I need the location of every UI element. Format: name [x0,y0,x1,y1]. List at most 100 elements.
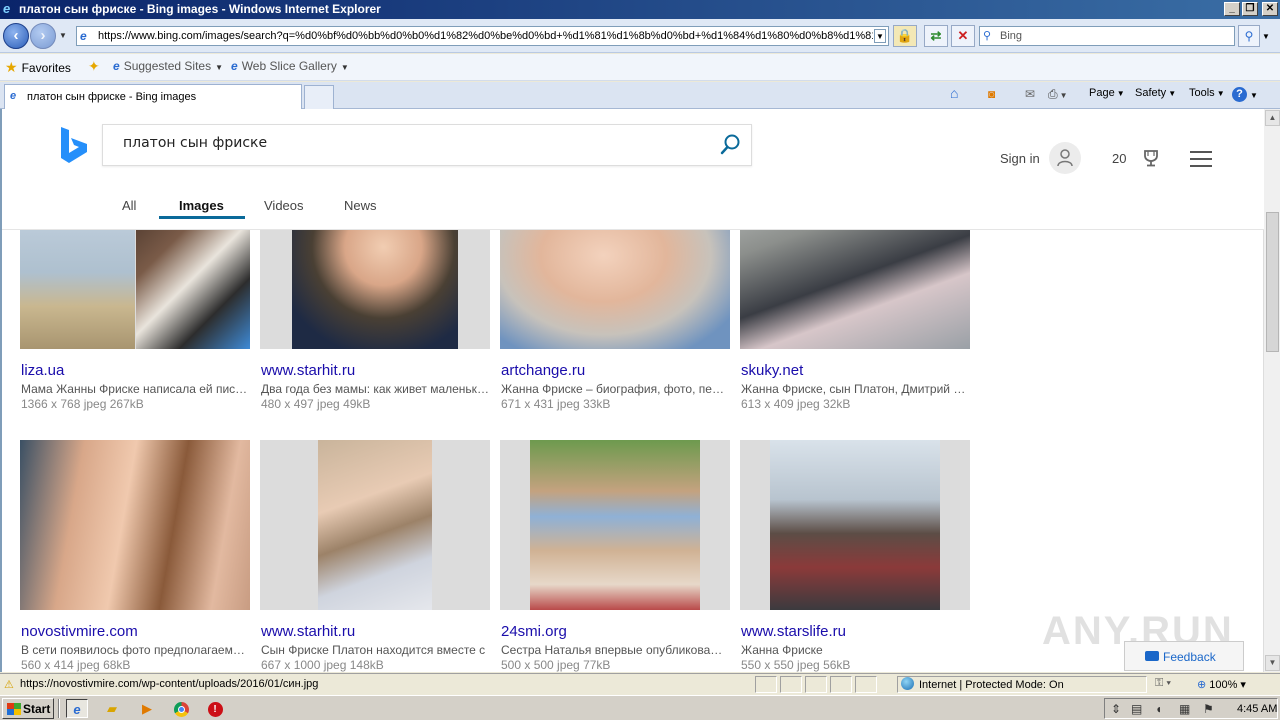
minimize-button[interactable]: _ [1224,2,1240,16]
result-description[interactable]: В сети появилось фото предполагаемого сы… [21,643,249,657]
scroll-down-arrow-icon[interactable]: ▼ [1265,655,1280,671]
mail-icon[interactable]: ✉ [1025,87,1035,101]
search-icon[interactable] [719,133,741,157]
rewards-count[interactable]: 20 [1112,151,1126,166]
image-thumbnail[interactable] [20,440,250,610]
result-source-link[interactable]: www.starhit.ru [261,362,355,379]
rewards-trophy-icon[interactable] [1143,149,1159,167]
safety-menu[interactable]: Safety ▼ [1135,87,1176,99]
ie-search-input[interactable]: Bing [1000,30,1022,42]
menu-icon[interactable] [1190,151,1212,167]
vertical-scrollbar[interactable]: ▲ ▼ [1263,109,1280,672]
result-source-link[interactable]: novostivmire.com [21,623,138,640]
scroll-up-arrow-icon[interactable]: ▲ [1265,110,1280,126]
folder-icon[interactable]: ▰ [101,699,123,718]
chrome-icon[interactable] [170,699,192,718]
result-description[interactable]: Сын Фриске Платон находится вместе с [261,643,489,657]
scrollbar-thumb[interactable] [1266,212,1279,352]
close-window-button[interactable]: ✕ [1262,2,1278,16]
bing-header: платон сын фриске Sign in 20 All Images [2,109,1264,230]
image-thumbnail[interactable] [740,440,970,610]
add-to-favorites-icon[interactable]: ✦ [88,58,100,75]
result-description[interactable]: Жанна Фриске [741,643,969,657]
tab-all[interactable]: All [122,198,136,213]
result-meta: 560 x 414 jpeg 68kB [21,658,131,672]
opera-icon[interactable]: ! [204,699,226,718]
network-icon[interactable]: ▦ [1179,702,1190,716]
result-description[interactable]: Два года без мамы: как живет маленький П… [261,382,489,396]
home-icon[interactable]: ⌂ [950,85,958,101]
bing-search-input[interactable]: платон сын фриске [123,135,267,151]
print-icon[interactable]: ⎙ ▼ [1048,87,1068,102]
page-viewport: платон сын фриске Sign in 20 All Images [0,109,1280,672]
result-source-link[interactable]: skuky.net [741,362,803,379]
stop-button[interactable]: ✕ [951,25,975,47]
result-description[interactable]: Жанна Фриске, сын Платон, Дмитрий Шепеле… [741,382,969,396]
zoom-level[interactable]: ⊕ 100% ▾ [1197,678,1246,691]
bing-logo-icon[interactable] [57,125,91,165]
ie-page-icon: e [231,59,238,73]
chevron-down-icon: ▼ [340,63,349,72]
result-meta: 500 x 500 jpeg 77kB [501,658,611,672]
search-go-icon[interactable]: ⚲ [1238,25,1260,47]
recent-pages-dropdown-icon[interactable]: ▼ [59,31,67,40]
result-description[interactable]: Сестра Наталья впервые опубликовала фото [501,643,729,657]
address-url[interactable]: https://www.bing.com/images/search?q=%d0… [98,30,873,42]
feedback-button[interactable]: Feedback [1124,641,1244,671]
result-source-link[interactable]: liza.ua [21,362,64,379]
restore-button[interactable]: ❐ [1242,2,1258,16]
security-zone[interactable]: Internet | Protected Mode: On [901,677,1064,691]
tools-menu[interactable]: Tools ▼ [1189,87,1225,99]
result-description[interactable]: Мама Жанны Фриске написала ей письмо [21,382,249,396]
sign-in-link[interactable]: Sign in [1000,151,1040,166]
result-source-link[interactable]: www.starhit.ru [261,623,355,640]
internet-explorer-taskbar-icon[interactable]: e [66,699,88,718]
feeds-icon[interactable]: ◙ [988,87,995,101]
help-icon[interactable]: ? [1232,87,1247,102]
taskbar: Start e ▰ ▶ ! ⇕ ▤ ◖ ▦ ⚑ 4:45 AM [0,695,1280,720]
back-button[interactable]: ‹ [3,23,29,49]
result-source-link[interactable]: artchange.ru [501,362,585,379]
window-title: платон сын фриске - Bing images - Window… [19,2,381,16]
page-menu[interactable]: Page ▼ [1089,87,1125,99]
favorites-button[interactable]: ★ Favorites [5,59,71,76]
tray-network-icon[interactable]: ▤ [1131,702,1142,716]
clock: 4:45 AM [1237,703,1278,715]
search-options-dropdown-icon[interactable]: ▼ [1262,32,1270,41]
action-center-flag-icon[interactable]: ⚑ [1203,702,1214,716]
result-source-link[interactable]: 24smi.org [501,623,567,640]
bing-search-box[interactable]: платон сын фриске [102,124,752,166]
image-thumbnail[interactable] [260,440,490,610]
suggested-sites-link[interactable]: e Suggested Sites ▼ [113,59,223,73]
media-player-icon[interactable]: ▶ [136,699,158,718]
bing-search-provider-icon: ⚲ [983,30,992,42]
result-description[interactable]: Жанна Фриске – биография, фото, песни [501,382,729,396]
web-slice-gallery-link[interactable]: e Web Slice Gallery ▼ [231,59,349,73]
help-dropdown-icon[interactable]: ▼ [1250,91,1258,100]
image-thumbnail[interactable] [500,440,730,610]
volume-icon[interactable]: ◖ [1155,702,1162,716]
avatar[interactable] [1049,142,1081,174]
tab-videos[interactable]: Videos [264,198,304,213]
favorites-bar: ★ Favorites ✦ e Suggested Sites ▼ e Web Slic… [0,54,1280,81]
result-meta: 1366 x 768 jpeg 267kB [21,397,144,411]
ie-search-box[interactable]: ⚲ Bing [979,26,1235,46]
address-bar[interactable]: e https://www.bing.com/images/search?q=%… [76,26,889,46]
forward-button[interactable]: › [30,23,56,49]
lock-icon[interactable]: 🔒 [893,25,917,47]
status-url: https://novostivmire.com/wp-content/uplo… [20,678,319,690]
protected-mode-icon[interactable]: ⚿ ▾ [1155,677,1171,690]
tray-arrow-icon[interactable]: ⇕ [1111,702,1121,716]
tab-images[interactable]: Images [179,198,224,213]
new-tab-button[interactable] [304,85,334,109]
tab-bing-images[interactable]: e платон сын фриске - Bing images [4,84,302,109]
ie-logo-icon: e [3,1,11,16]
start-button[interactable]: Start [2,698,54,719]
address-dropdown-icon[interactable]: ▼ [874,29,886,43]
page-icon: e [80,29,87,43]
refresh-button[interactable]: ⇄ [924,25,948,47]
result-meta: 550 x 550 jpeg 56kB [741,658,851,672]
tab-news[interactable]: News [344,198,377,213]
result-source-link[interactable]: www.starslife.ru [741,623,846,640]
navigation-bar: ‹ › ▼ e https://www.bing.com/images/sear… [0,19,1280,53]
